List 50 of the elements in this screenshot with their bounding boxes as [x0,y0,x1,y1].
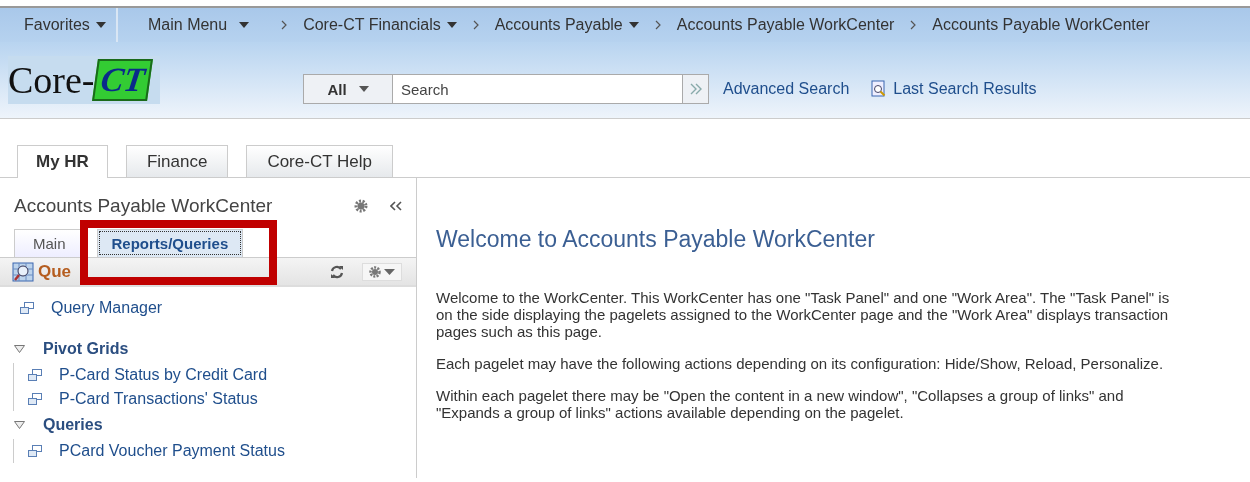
window-icon [28,445,42,457]
nav-tab[interactable]: Finance [125,145,229,177]
double-chevron-icon [689,83,702,95]
panel-tab[interactable]: Reports/Queries [96,229,244,257]
settings-icon[interactable] [354,199,368,213]
chevron-icon [654,20,661,30]
pagelet-title: Que [38,261,73,282]
header-link[interactable]: Last Search Results [871,80,1037,98]
caret-icon [628,22,639,28]
welcome-paragraph: Welcome to the WorkCenter. This WorkCenter has one "Task Panel" and one "Work Area". The "Task Panel" is on the side displaying the pagelets assigned to the WorkCenter page and the "Work Area" displays transaction pages such as this page. [436,289,1171,340]
caret-icon [95,22,106,28]
expanded-triangle-icon[interactable] [14,421,25,429]
breadcrumb-link[interactable]: Core-CT Financials [303,16,457,34]
chevron-icon [472,20,479,30]
nav-tab[interactable]: My HR [17,145,108,178]
breadcrumb-link[interactable]: Accounts Payable WorkCenter [676,16,895,34]
gear-icon [369,265,381,278]
query-link[interactable]: P-Card Status by Credit Card [59,366,268,384]
welcome-paragraph: Each pagelet may have the following actions depending on its configuration: Hide/Show, Reload, Personalize. [436,355,1165,372]
workcenter-title: Accounts Payable WorkCenter [14,195,274,217]
query-link[interactable]: Query Manager [51,299,163,317]
header-link[interactable]: Advanced Search [723,80,850,98]
breadcrumb-link[interactable]: Main Menu [148,16,250,34]
nav-tab[interactable]: Core-CT Help [246,145,393,177]
window-icon [28,393,42,405]
welcome-heading: Welcome to Accounts Payable WorkCenter [436,226,876,253]
query-link[interactable]: PCard Voucher Payment Status [59,442,285,460]
caret-icon [384,268,395,275]
search-field[interactable]: Search [393,74,683,104]
chevron-icon [281,20,288,30]
group-heading: Queries [43,416,103,434]
expanded-triangle-icon[interactable] [14,345,25,353]
query-icon [12,261,34,282]
collapse-icon[interactable] [390,201,402,211]
core-ct-logo: Core-CT [8,56,160,104]
caret-icon [446,22,457,28]
group-heading: Pivot Grids [43,340,129,358]
search-scope-dropdown[interactable]: All [303,74,393,104]
search-results-icon [871,80,888,98]
breadcrumb-link[interactable]: Accounts Payable [494,16,639,34]
window-icon [20,302,34,314]
caret-icon [239,22,250,28]
refresh-icon[interactable] [330,264,344,279]
query-link[interactable]: P-Card Transactions' Status [59,390,258,408]
welcome-paragraph: Within each pagelet there may be "Open the content in a new window", "Collapses a group of links" and "Expands a group of links" actions available depending on the pagelet. [436,387,1125,421]
breadcrumb-link[interactable]: Accounts Payable WorkCenter [932,16,1150,34]
window-icon [28,369,42,381]
pagelet-options-button[interactable] [362,262,402,281]
chevron-icon [910,20,917,30]
caret-icon [358,86,369,92]
